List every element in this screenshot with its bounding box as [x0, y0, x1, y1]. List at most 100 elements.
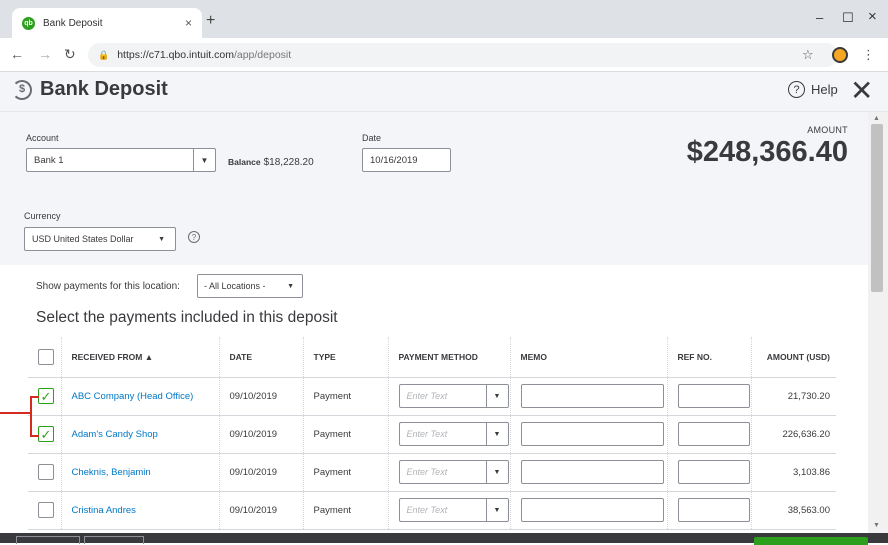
table-row: Adam's Candy Shop 09/10/2019 Payment Ent…: [28, 415, 836, 454]
chevron-down-icon[interactable]: ▼: [485, 461, 508, 483]
lock-icon: 🔒: [98, 49, 110, 60]
tab-close-icon[interactable]: ×: [185, 16, 192, 30]
currency-label: Currency: [24, 211, 61, 221]
payment-method-placeholder: Enter Text: [406, 391, 448, 401]
section-title: Select the payments included in this dep…: [36, 309, 338, 326]
amount-total: $248,366.40: [686, 136, 848, 168]
payment-method-select[interactable]: Enter Text ▼: [398, 384, 509, 408]
row-checkbox[interactable]: [38, 464, 54, 480]
scrollbar-thumb[interactable]: [871, 124, 883, 292]
col-ref-no[interactable]: REF NO.: [666, 337, 751, 378]
currency-select[interactable]: USD United States Dollar ▼: [24, 227, 176, 251]
location-select[interactable]: - All Locations - ▼: [197, 274, 303, 298]
account-value: Bank 1: [34, 154, 64, 166]
date-cell: 09/10/2019: [218, 415, 303, 454]
reload-icon[interactable]: ↻: [64, 46, 76, 63]
chevron-down-icon[interactable]: ▼: [193, 149, 215, 171]
table-row: ABC Company (Head Office) 09/10/2019 Pay…: [28, 377, 836, 416]
location-value: - All Locations -: [204, 281, 266, 291]
save-button[interactable]: [754, 537, 868, 545]
col-memo[interactable]: MEMO: [509, 337, 667, 378]
date-field[interactable]: 10/16/2019: [362, 148, 451, 172]
memo-input[interactable]: [520, 498, 664, 522]
help-button[interactable]: ? Help: [788, 81, 838, 98]
help-icon: ?: [788, 81, 805, 98]
payment-method-placeholder: Enter Text: [406, 505, 448, 515]
type-cell: Payment: [302, 491, 388, 530]
memo-input[interactable]: [520, 460, 664, 484]
payment-method-select[interactable]: Enter Text ▼: [398, 460, 509, 484]
received-from-link[interactable]: ABC Company (Head Office): [72, 391, 194, 402]
scroll-up-icon[interactable]: ▲: [873, 115, 880, 122]
row-checkbox[interactable]: [38, 502, 54, 518]
chevron-down-icon[interactable]: ▼: [485, 385, 508, 407]
scroll-down-icon[interactable]: ▼: [873, 522, 880, 529]
balance-text: Balance $18,228.20: [228, 157, 314, 168]
currency-value: USD United States Dollar: [32, 234, 134, 244]
table-header-row: RECEIVED FROM ▲ DATE TYPE PAYMENT METHOD…: [28, 337, 836, 378]
chevron-down-icon[interactable]: ▼: [485, 499, 508, 521]
amount-cell: 21,730.20: [750, 377, 836, 416]
url-path: /app/deposit: [233, 49, 292, 61]
close-icon[interactable]: ✕: [850, 74, 873, 107]
type-cell: Payment: [302, 377, 388, 416]
payment-method-select[interactable]: Enter Text ▼: [398, 422, 509, 446]
select-all-checkbox[interactable]: [38, 348, 54, 365]
col-amount[interactable]: AMOUNT (USD): [750, 337, 836, 378]
amount-cell: 3,103.86: [750, 453, 836, 492]
chevron-down-icon[interactable]: ▼: [485, 423, 508, 445]
type-cell: Payment: [302, 453, 388, 492]
row-checkbox[interactable]: [38, 388, 54, 404]
row-checkbox[interactable]: [38, 426, 54, 442]
chevron-down-icon: ▼: [287, 282, 294, 290]
app-header: Bank Deposit ? Help ✕: [0, 72, 888, 112]
currency-help-icon[interactable]: ?: [188, 231, 200, 243]
quickbooks-logo-icon: qb: [22, 16, 35, 30]
address-bar: ← → ↻ 🔒 https://c71.qbo.intuit.com/app/d…: [0, 38, 888, 72]
date-cell: 09/10/2019: [218, 377, 303, 416]
col-type[interactable]: TYPE: [302, 337, 388, 378]
received-from-link[interactable]: Adam's Candy Shop: [72, 429, 158, 440]
ref-no-input[interactable]: [677, 384, 750, 408]
maximize-button[interactable]: ☐: [842, 10, 854, 26]
amount-cell: 226,636.20: [750, 415, 836, 454]
forward-arrow-icon[interactable]: →: [38, 46, 52, 62]
browser-menu-icon[interactable]: ⋮: [862, 47, 875, 63]
col-payment-method[interactable]: PAYMENT METHOD: [387, 337, 510, 378]
extension-icon[interactable]: [832, 47, 848, 63]
url-field[interactable]: 🔒 https://c71.qbo.intuit.com/app/deposit: [88, 43, 838, 67]
memo-input[interactable]: [520, 384, 664, 408]
bookmark-star-icon[interactable]: ☆: [802, 47, 814, 63]
balance-label: Balance: [228, 157, 261, 167]
page-title: Bank Deposit: [40, 78, 168, 100]
back-arrow-icon[interactable]: ←: [10, 46, 24, 62]
date-cell: 09/10/2019: [218, 453, 303, 492]
type-cell: Payment: [302, 415, 388, 454]
select-all-cell: [28, 337, 61, 378]
ref-no-input[interactable]: [677, 460, 750, 484]
date-cell: 09/10/2019: [218, 491, 303, 530]
amount-cell: 38,563.00: [750, 491, 836, 530]
browser-tabstrip: qb Bank Deposit × + – ☐ ×: [0, 0, 888, 38]
payment-method-select[interactable]: Enter Text ▼: [398, 498, 509, 522]
help-label: Help: [811, 82, 838, 97]
date-label: Date: [362, 133, 382, 143]
payment-method-placeholder: Enter Text: [406, 467, 448, 477]
col-received-from[interactable]: RECEIVED FROM ▲: [60, 337, 219, 378]
browser-tab[interactable]: qb Bank Deposit ×: [12, 8, 202, 38]
url-host: https://c71.qbo.intuit.com: [117, 49, 234, 61]
table-row: Cristina Andres 09/10/2019 Payment Enter…: [28, 491, 836, 530]
account-select[interactable]: Bank 1 ▼: [26, 148, 216, 172]
received-from-link[interactable]: Cheknis, Benjamin: [72, 467, 151, 478]
minimize-button[interactable]: –: [816, 10, 823, 25]
received-from-link[interactable]: Cristina Andres: [72, 505, 136, 516]
table-row: Cheknis, Benjamin 09/10/2019 Payment Ent…: [28, 453, 836, 492]
ref-no-input[interactable]: [677, 498, 750, 522]
account-label: Account: [26, 133, 59, 143]
amount-label: AMOUNT: [807, 125, 848, 135]
memo-input[interactable]: [520, 422, 664, 446]
new-tab-button[interactable]: +: [206, 12, 215, 30]
col-date[interactable]: DATE: [218, 337, 303, 378]
ref-no-input[interactable]: [677, 422, 750, 446]
window-close-button[interactable]: ×: [868, 8, 877, 25]
